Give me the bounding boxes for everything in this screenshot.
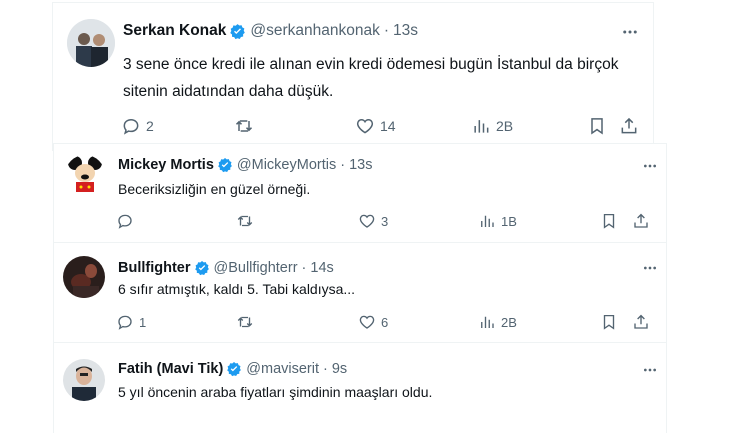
tweet-text-line: sitenin aidatından daha düşük. (123, 83, 334, 100)
author-name[interactable]: Bullfighter (118, 260, 191, 276)
views-count: 2B (501, 314, 517, 330)
avatar[interactable] (63, 359, 105, 401)
reply-button[interactable]: 1 (116, 313, 146, 331)
reply-count: 2 (146, 118, 154, 134)
tweet-header: Serkan Konak @serkanhankonak · 13s (123, 22, 418, 40)
tweet-card[interactable]: Serkan Konak @serkanhankonak · 13s 3 sen… (52, 2, 654, 151)
retweet-icon (235, 120, 253, 132)
like-count: 14 (380, 118, 396, 134)
timestamp[interactable]: 9s (332, 361, 347, 377)
views-button[interactable]: 1B (478, 212, 517, 230)
author-handle[interactable]: @serkanhankonak (250, 22, 379, 40)
more-icon[interactable] (642, 260, 658, 276)
author-handle[interactable]: @Bullfighterr (214, 260, 298, 276)
views-button[interactable]: 2B (471, 116, 513, 136)
views-count: 2B (496, 118, 514, 134)
tweet-text-line: Beceriksizliğin en güzel örneği. (118, 181, 311, 197)
like-button[interactable]: 3 (358, 212, 388, 230)
reply-icon (118, 214, 132, 229)
tweet-text-line: 5 yıl öncenin araba fiyatları şimdinin m… (118, 384, 433, 400)
separator-dot: · (383, 22, 390, 39)
timestamp[interactable]: 13s (349, 157, 372, 173)
tweet-text: 5 yıl öncenin araba fiyatları şimdinin m… (118, 384, 432, 400)
like-button[interactable]: 6 (358, 313, 388, 331)
tweet-card[interactable]: Bullfighter @Bullfighterr · 14s 6 sıfır … (53, 242, 667, 342)
reply-icon (118, 315, 132, 330)
tweet-text: 6 sıfır atmıştık, kaldı 5. Tabi kaldıysa… (118, 281, 355, 297)
share-button[interactable] (632, 212, 650, 230)
share-button[interactable] (632, 313, 650, 331)
separator-dot: · (340, 157, 346, 173)
tweet-header: Mickey Mortis @MickeyMortis · 13s (118, 157, 372, 173)
retweet-button[interactable] (234, 116, 259, 136)
avatar[interactable] (65, 155, 105, 195)
author-name[interactable]: Fatih (Mavi Tik) (118, 361, 223, 377)
heart-icon (359, 315, 375, 329)
more-icon[interactable] (621, 23, 639, 41)
views-count: 1B (501, 213, 517, 229)
bookmark-icon (603, 213, 615, 229)
tweet-header: Fatih (Mavi Tik) @maviserit · 9s (118, 361, 347, 377)
verified-badge-icon (226, 361, 242, 377)
avatar[interactable] (67, 19, 115, 67)
reply-icon (123, 118, 139, 135)
action-bar: 2 14 2B (121, 116, 641, 140)
author-name[interactable]: Serkan Konak (123, 22, 226, 40)
verified-badge-icon (229, 23, 246, 40)
timestamp[interactable]: 14s (310, 260, 333, 276)
bookmark-button[interactable] (600, 212, 618, 230)
views-icon (481, 316, 494, 328)
views-icon (474, 120, 489, 133)
action-bar: 1 6 2B (116, 313, 656, 335)
like-count: 6 (381, 314, 389, 330)
share-icon (621, 117, 637, 134)
bookmark-icon (591, 118, 603, 135)
reply-button[interactable]: 2 (121, 116, 154, 136)
more-icon[interactable] (642, 362, 658, 378)
separator-dot: · (301, 260, 307, 276)
views-button[interactable]: 2B (478, 313, 517, 331)
retweet-button[interactable] (236, 313, 259, 331)
heart-icon (356, 118, 374, 134)
timestamp[interactable]: 13s (393, 22, 418, 40)
retweet-button[interactable] (236, 212, 259, 230)
bookmark-button[interactable] (600, 313, 618, 331)
like-count: 3 (381, 213, 389, 229)
verified-badge-icon (194, 260, 210, 276)
separator-dot: · (323, 361, 328, 377)
reply-count: 1 (139, 314, 147, 330)
tweet-text-line: 6 sıfır atmıştık, kaldı 5. Tabi kaldıysa… (118, 281, 356, 297)
share-icon (634, 213, 648, 228)
author-name[interactable]: Mickey Mortis (118, 157, 214, 173)
tweet-card[interactable]: Mickey Mortis @MickeyMortis · 13s Beceri… (53, 143, 667, 243)
tweet-card[interactable]: Fatih (Mavi Tik) @maviserit · 9s 5 yıl ö… (53, 342, 667, 433)
tweet-header: Bullfighter @Bullfighterr · 14s (118, 260, 334, 276)
action-bar: 3 1B (116, 212, 656, 234)
more-icon[interactable] (642, 158, 658, 174)
reply-button[interactable] (116, 212, 139, 230)
bookmark-button[interactable] (587, 116, 607, 136)
tweet-text-line: 3 sene önce kredi ile alınan evin kredi … (123, 56, 619, 73)
retweet-icon (237, 316, 253, 328)
author-handle[interactable]: @MickeyMortis (237, 157, 336, 173)
tweet-text: 3 sene önce kredi ile alınan evin kredi … (123, 51, 618, 105)
tweet-text: Beceriksizliğin en güzel örneği. (118, 181, 310, 197)
share-icon (634, 314, 648, 329)
views-icon (481, 215, 494, 227)
share-button[interactable] (619, 116, 639, 136)
verified-badge-icon (217, 157, 233, 173)
heart-icon (359, 214, 375, 228)
author-handle[interactable]: @maviserit (246, 361, 319, 377)
bookmark-icon (603, 314, 615, 330)
like-button[interactable]: 14 (355, 116, 396, 136)
retweet-icon (237, 215, 253, 227)
avatar[interactable] (63, 256, 105, 298)
